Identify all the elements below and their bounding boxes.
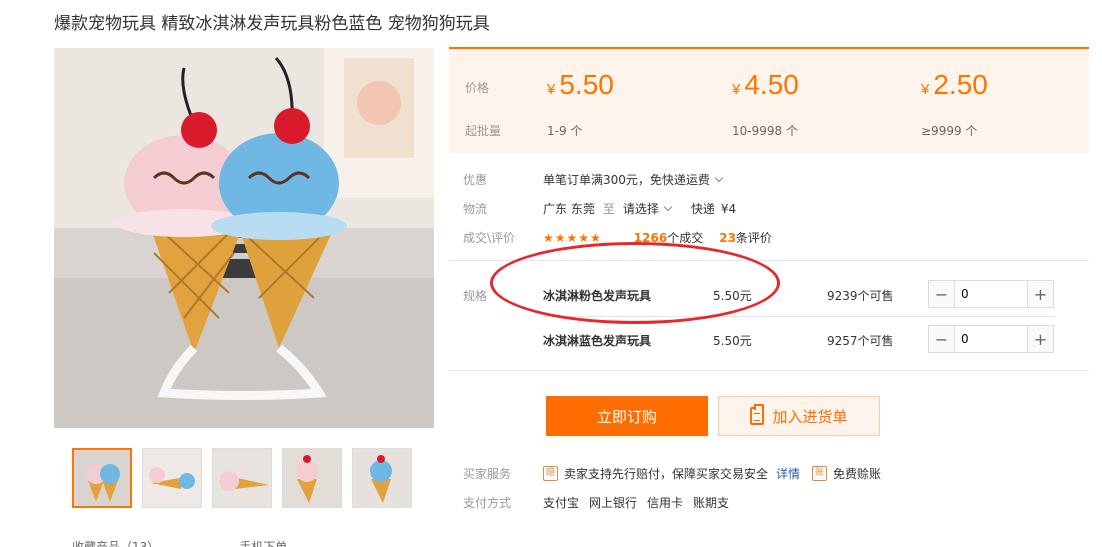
spec-row-blue: 冰淇淋蓝色发声玩具 5.50元 9257个可售 − + — [543, 325, 1055, 353]
spec-price: 5.50元 — [713, 289, 752, 303]
decrement-button[interactable]: − — [929, 281, 955, 307]
order-now-button[interactable]: 立即订购 — [546, 396, 708, 436]
increment-button[interactable]: + — [1027, 281, 1053, 307]
divider — [449, 260, 1089, 261]
decrement-button[interactable]: − — [929, 326, 955, 352]
thumbnail-3[interactable] — [212, 448, 272, 508]
promo-label: 优惠 — [463, 173, 488, 187]
currency-symbol: ¥ — [547, 81, 556, 98]
reviews-label: 成交\评价 — [463, 231, 516, 245]
product-title: 爆款宠物玩具 精致冰淇淋发声玩具粉色蓝色 宠物狗狗玩具 — [54, 14, 490, 34]
star-rating-icon: ★★★★★ — [543, 230, 602, 245]
quantity-input[interactable] — [955, 326, 1025, 352]
qty-range-3: ≥9999 个 — [921, 124, 978, 138]
divider — [543, 316, 1055, 317]
price-box: 价格 起批量 ¥5.50 ¥4.50 ¥2.50 1-9 个 10-9998 个… — [449, 47, 1089, 153]
shipping-fee: ¥4 — [720, 201, 737, 216]
thumbnail-2[interactable] — [142, 448, 202, 508]
logistics-label: 物流 — [463, 202, 488, 216]
payment-label: 支付方式 — [463, 496, 512, 510]
ship-from: 广东 东莞 — [543, 202, 595, 216]
thumbnail-1[interactable] — [72, 448, 132, 508]
favorite-link[interactable]: 收藏产品（13） — [72, 538, 159, 547]
price-tier-2: ¥4.50 — [732, 69, 799, 101]
currency-symbol: ¥ — [921, 81, 930, 98]
divider — [449, 370, 1089, 371]
spec-row-pink: 冰淇淋粉色发声玩具 5.50元 9239个可售 − + — [543, 280, 1055, 308]
shipping-method: 快递 — [690, 202, 715, 216]
destination-select[interactable]: 请选择 — [623, 200, 659, 217]
spec-name: 冰淇淋蓝色发声玩具 — [543, 334, 652, 348]
guarantee-icon: 赔 — [543, 466, 558, 481]
ship-to-text: 至 — [602, 202, 615, 216]
spec-label: 规格 — [463, 289, 488, 303]
mobile-order-link[interactable]: 手机下单 — [239, 538, 287, 547]
buyer-service-label: 买家服务 — [463, 467, 512, 481]
logistics-row: 物流 广东 东莞 至 请选择 快递 ¥4 — [463, 200, 736, 217]
payment-credit-card: 信用卡 — [647, 496, 684, 510]
product-main-image[interactable] — [54, 48, 434, 428]
price-value: 4.50 — [744, 69, 799, 100]
quantity-stepper: − + — [928, 325, 1054, 353]
promo-row: 优惠 单笔订单满300元，免快递运费 — [463, 171, 730, 188]
qty-range-1: 1-9 个 — [547, 124, 583, 138]
price-value: 5.50 — [559, 69, 614, 100]
reviews-row: 成交\评价 ★★★★★ 1266 个成交 23 条评价 — [463, 229, 772, 246]
thumbnail-5[interactable] — [352, 448, 412, 508]
increment-button[interactable]: + — [1027, 326, 1053, 352]
review-count[interactable]: 23 — [719, 231, 736, 245]
deals-text: 个成交 — [667, 231, 704, 245]
price-tier-3: ¥2.50 — [921, 69, 988, 101]
spec-price: 5.50元 — [713, 334, 752, 348]
payment-row: 支付方式 支付宝 网上银行 信用卡 账期支 — [463, 494, 739, 511]
free-credit-text: 免费赊账 — [833, 467, 882, 481]
spec-stock: 9239个可售 — [827, 289, 894, 303]
details-link[interactable]: 详情 — [776, 465, 800, 482]
price-value: 2.50 — [933, 69, 988, 100]
payment-alipay: 支付宝 — [543, 496, 580, 510]
thumbnail-strip — [72, 448, 412, 508]
payment-account-period: 账期支 — [693, 496, 730, 510]
guarantee-text: 卖家支持先行赔付，保障买家交易安全 — [564, 467, 769, 481]
add-to-cart-label: 加入进货单 — [772, 407, 848, 426]
deals-count[interactable]: 1266 — [634, 231, 667, 245]
quantity-stepper: − + — [928, 280, 1054, 308]
payment-online-bank: 网上银行 — [589, 496, 638, 510]
chevron-down-icon[interactable] — [663, 202, 673, 212]
moq-label: 起批量 — [465, 124, 502, 138]
credit-icon: 账 — [812, 466, 828, 481]
qty-range-2: 10-9998 个 — [732, 124, 798, 138]
ice-cream-toy-image — [54, 48, 434, 428]
price-label: 价格 — [465, 81, 490, 95]
price-tier-1: ¥5.50 — [547, 69, 614, 101]
currency-symbol: ¥ — [732, 81, 741, 98]
quantity-input[interactable] — [955, 281, 1025, 307]
thumbnail-4[interactable] — [282, 448, 342, 508]
spec-name: 冰淇淋粉色发声玩具 — [543, 289, 652, 303]
spec-stock: 9257个可售 — [827, 334, 894, 348]
buyer-service-row: 买家服务 赔 卖家支持先行赔付，保障买家交易安全 详情 账 免费赊账 — [463, 465, 881, 482]
bottom-links: 收藏产品（13） 手机下单 — [72, 538, 287, 547]
promo-value[interactable]: 单笔订单满300元，免快递运费 — [543, 171, 710, 188]
clipboard-icon — [750, 404, 765, 425]
chevron-down-icon[interactable] — [714, 173, 724, 183]
add-to-cart-button[interactable]: 加入进货单 — [718, 396, 880, 436]
review-text: 条评价 — [735, 231, 772, 245]
